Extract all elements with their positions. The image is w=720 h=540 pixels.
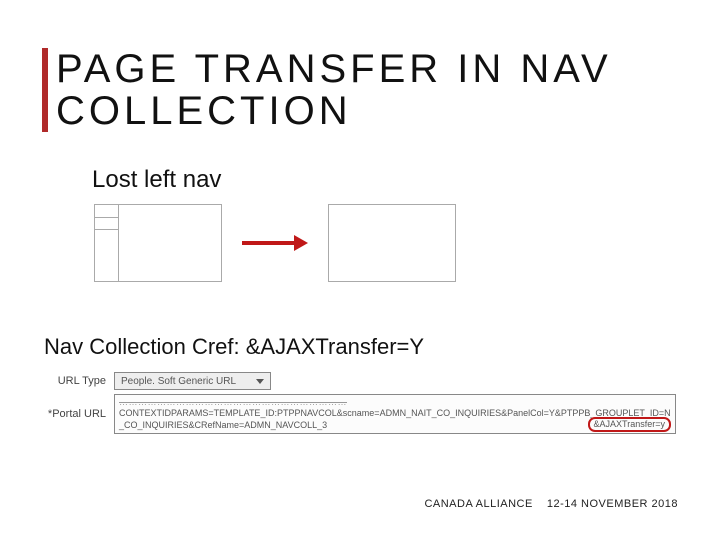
- page-without-left-nav-thumbnail: [328, 204, 456, 282]
- left-nav-thumbnail-sidebar: [95, 205, 119, 281]
- url-config-screenshot: URL Type People. Soft Generic URL Portal…: [44, 372, 676, 438]
- url-type-row: URL Type People. Soft Generic URL: [44, 372, 676, 390]
- ajax-transfer-highlight: &AJAXTransfer=y: [588, 417, 671, 432]
- slide-footer: CANADA ALLIANCE 12-14 NOVEMBER 2018: [424, 498, 678, 510]
- nav-loss-diagram: [94, 204, 456, 282]
- footer-date: 12-14 NOVEMBER 2018: [547, 498, 678, 510]
- portal-url-input[interactable]: ……………………………………………………………… CONTEXTIDPARAMS…: [114, 394, 676, 434]
- url-type-select[interactable]: People. Soft Generic URL: [114, 372, 271, 390]
- portal-url-row: Portal URL ……………………………………………………………… CONT…: [44, 394, 676, 434]
- cref-instruction: Nav Collection Cref: &AJAXTransfer=Y: [44, 334, 424, 360]
- page-with-left-nav-thumbnail: [94, 204, 222, 282]
- url-type-selected-value: People. Soft Generic URL: [121, 376, 236, 387]
- slide-title: PAGE TRANSFER IN NAV COLLECTION: [56, 48, 690, 132]
- url-type-label: URL Type: [44, 375, 114, 387]
- title-accent-bar: [42, 48, 48, 132]
- portal-url-line1: ………………………………………………………………: [119, 397, 671, 408]
- arrow-icon: [242, 235, 308, 251]
- subheading: Lost left nav: [92, 166, 221, 194]
- slide-title-block: PAGE TRANSFER IN NAV COLLECTION: [42, 48, 690, 132]
- portal-url-label: Portal URL: [44, 408, 114, 420]
- footer-org: CANADA ALLIANCE: [424, 498, 532, 510]
- chevron-down-icon: [256, 379, 264, 384]
